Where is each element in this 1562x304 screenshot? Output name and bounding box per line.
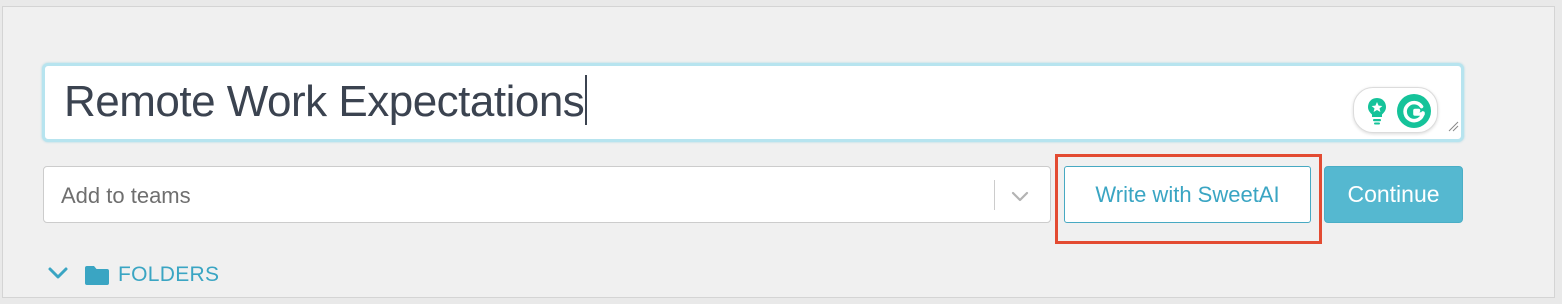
title-input[interactable]: Remote Work Expectations <box>42 63 1464 142</box>
grammarly-g-icon[interactable] <box>1396 93 1432 134</box>
resize-handle-icon[interactable] <box>1447 119 1459 137</box>
teams-select[interactable]: Add to teams <box>43 166 1051 223</box>
editor-panel <box>2 6 1555 298</box>
select-separator <box>994 180 995 210</box>
lightbulb-icon[interactable] <box>1366 96 1388 131</box>
folders-toggle[interactable]: FOLDERS <box>46 262 219 288</box>
folders-label[interactable]: FOLDERS <box>118 263 219 287</box>
chevron-down-icon[interactable] <box>1010 186 1030 211</box>
grammarly-widget[interactable] <box>1353 87 1438 133</box>
folder-icon <box>84 264 110 286</box>
title-input-value[interactable]: Remote Work Expectations <box>64 75 588 127</box>
continue-button[interactable]: Continue <box>1324 166 1463 223</box>
text-caret <box>585 75 588 126</box>
chevron-down-icon[interactable] <box>46 261 70 290</box>
teams-select-placeholder[interactable]: Add to teams <box>61 183 191 209</box>
write-with-sweetai-button[interactable]: Write with SweetAI <box>1064 166 1311 223</box>
